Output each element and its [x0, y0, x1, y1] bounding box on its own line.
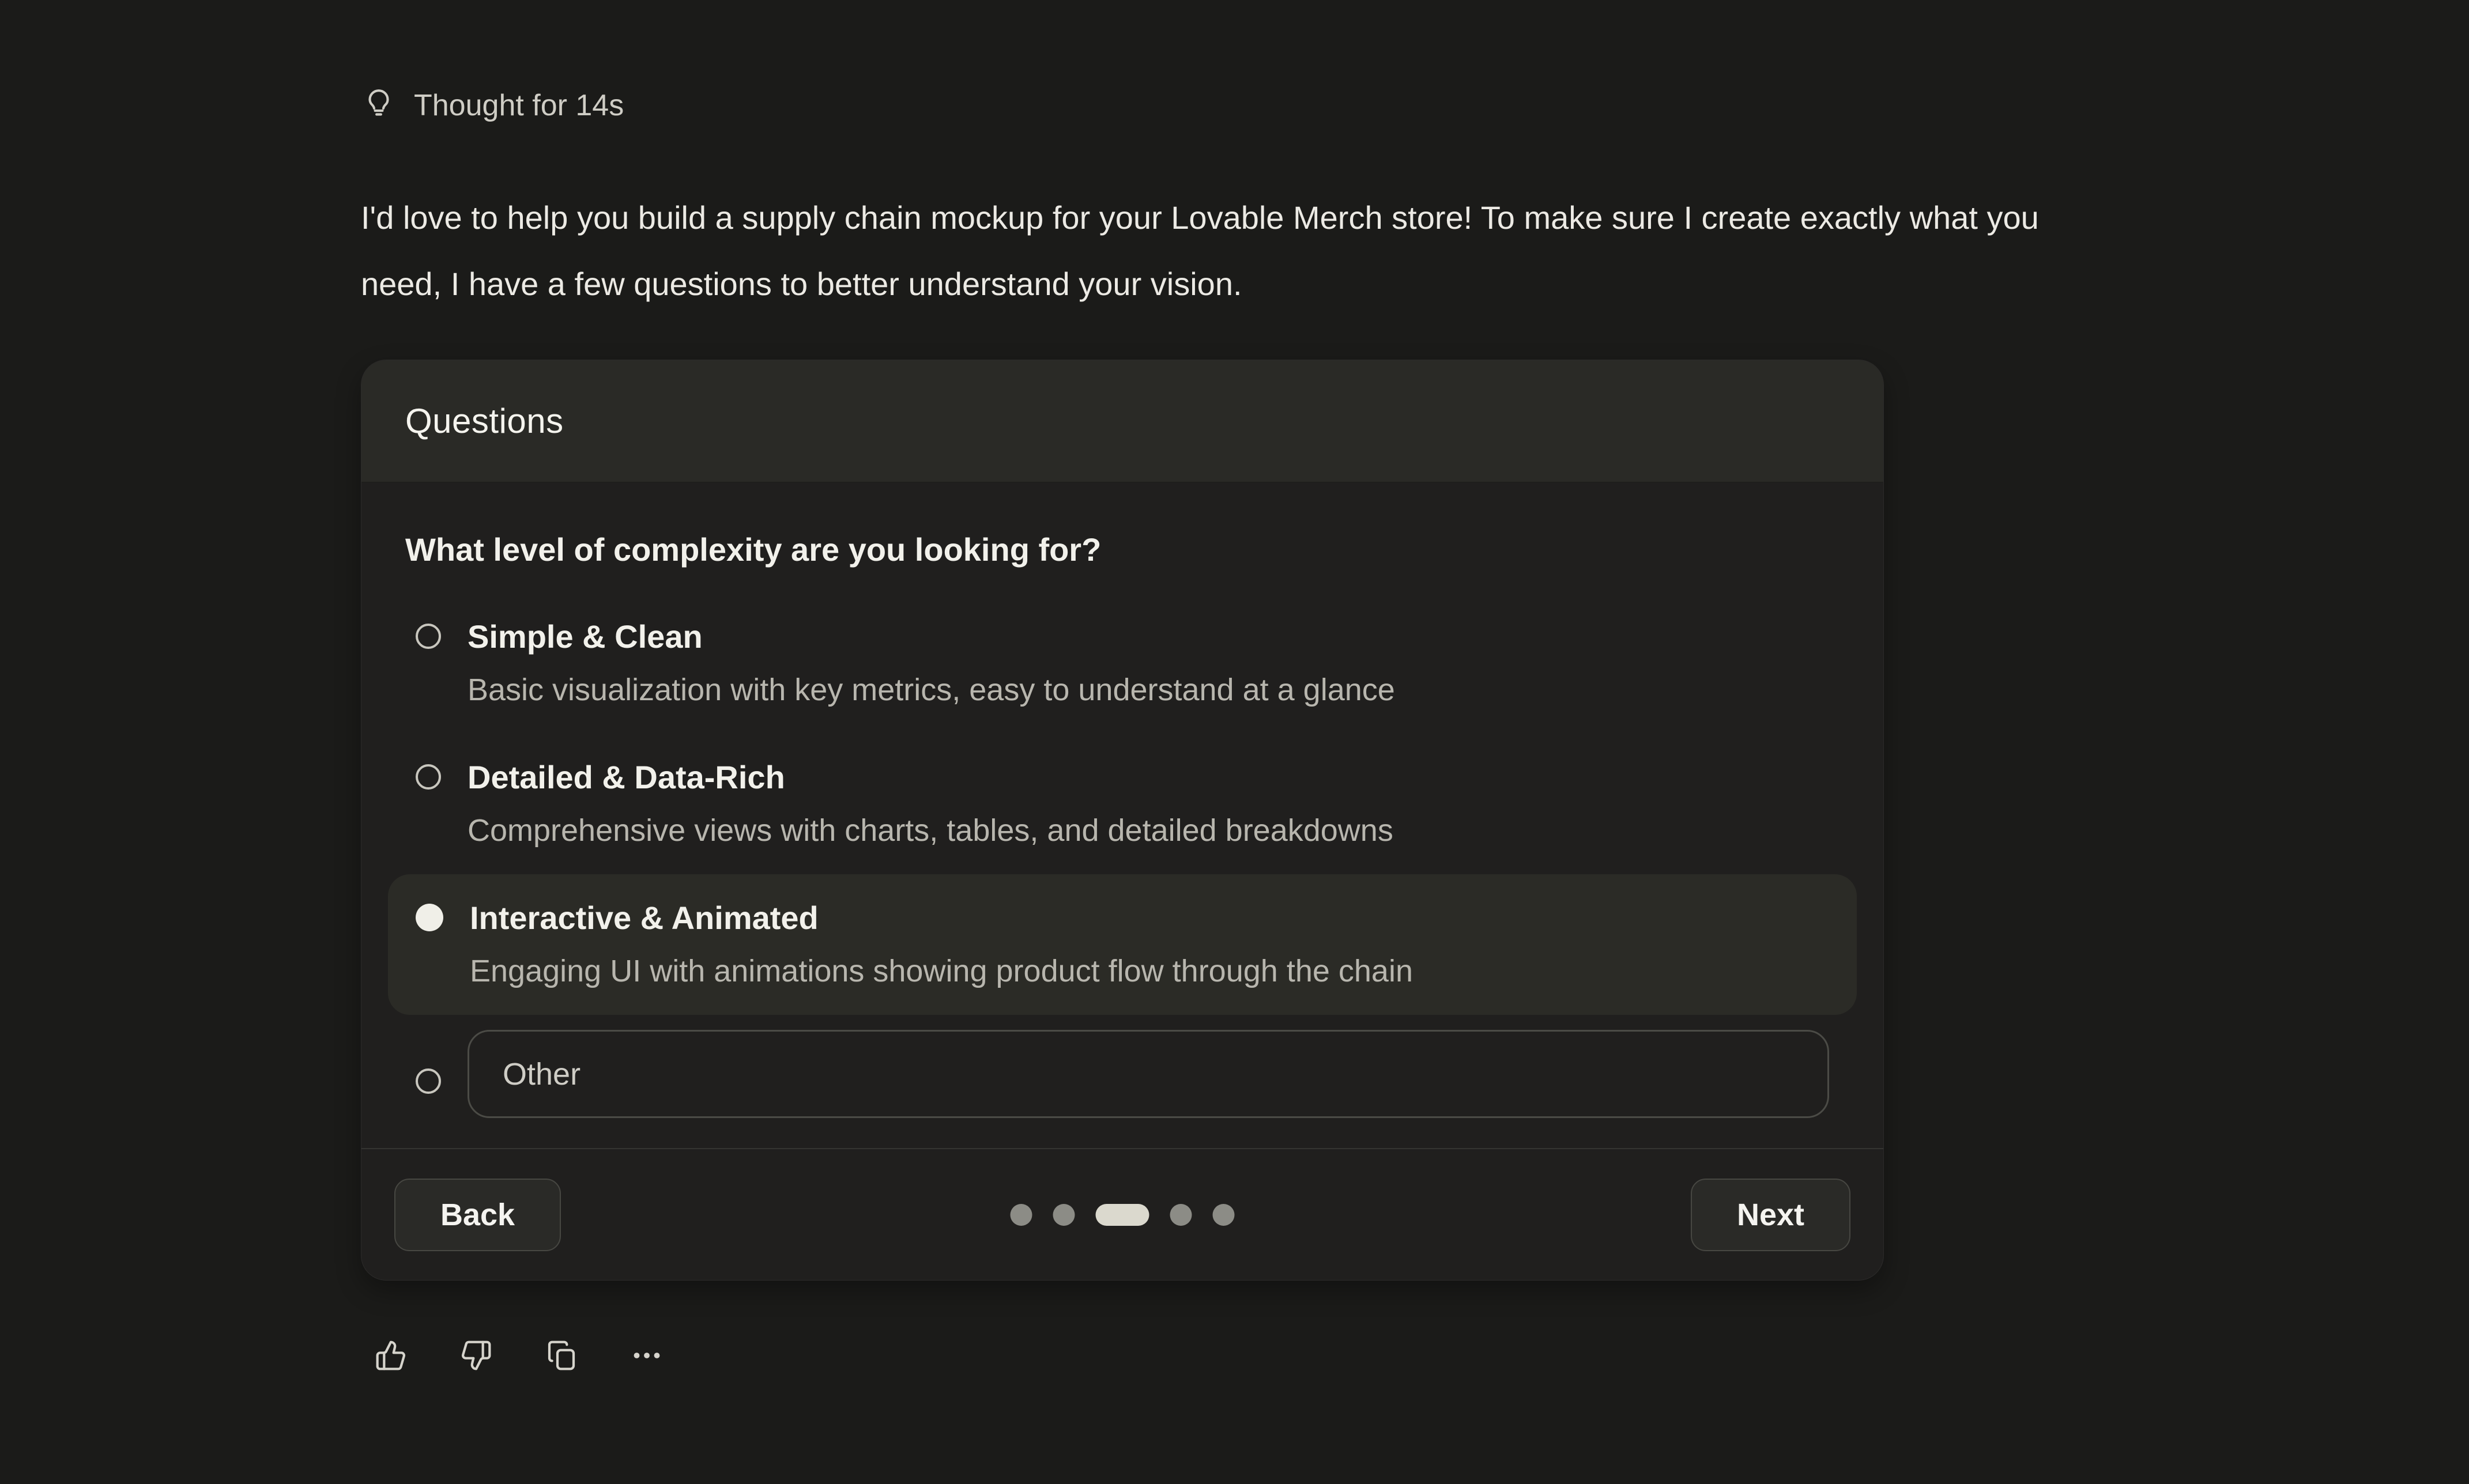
questions-card: Questions What level of complexity are y… [361, 360, 1884, 1281]
more-options-icon [631, 1339, 663, 1372]
assistant-message-text: I'd love to help you build a supply chai… [361, 184, 2113, 317]
chat-page: Thought for 14s I'd love to help you bui… [0, 0, 2469, 1484]
card-title: Questions [405, 401, 564, 441]
pagination-dot [1170, 1204, 1192, 1226]
option-simple-clean[interactable]: Simple & Clean Basic visualization with … [388, 593, 1857, 734]
thinking-summary-toggle[interactable]: Thought for 14s [361, 86, 2252, 124]
pagination-dot [1213, 1204, 1235, 1226]
option-detailed-data-rich[interactable]: Detailed & Data-Rich Comprehensive views… [388, 734, 1857, 874]
thought-duration-label: Thought for 14s [414, 86, 624, 124]
next-button[interactable]: Next [1691, 1179, 1850, 1251]
pagination-dot-active [1096, 1204, 1149, 1226]
questions-card-footer: Back Next [361, 1148, 1883, 1280]
back-button[interactable]: Back [394, 1179, 561, 1251]
thumbs-down-icon [460, 1339, 492, 1372]
option-interactive-animated[interactable]: Interactive & Animated Engaging UI with … [388, 874, 1857, 1015]
question-text: What level of complexity are you looking… [405, 530, 1840, 570]
option-label: Interactive & Animated [470, 891, 1413, 945]
option-text: Interactive & Animated Engaging UI with … [470, 891, 1413, 998]
other-option-input[interactable] [468, 1030, 1829, 1118]
thumbs-up-icon [375, 1339, 407, 1372]
questions-card-header: Questions [361, 360, 1883, 482]
thumbs-down-button[interactable] [460, 1339, 492, 1372]
option-label: Detailed & Data-Rich [468, 750, 1393, 804]
more-options-button[interactable] [631, 1339, 663, 1372]
radio-selected-icon[interactable] [416, 904, 443, 931]
message-actions [375, 1339, 2252, 1372]
thumbs-up-button[interactable] [375, 1339, 407, 1372]
pagination-dot [1053, 1204, 1075, 1226]
pagination-dots [1011, 1204, 1235, 1226]
pagination-dot [1011, 1204, 1032, 1226]
radio-unselected-icon[interactable] [416, 764, 441, 790]
radio-unselected-icon[interactable] [416, 624, 441, 649]
option-description: Engaging UI with animations showing prod… [470, 945, 1413, 998]
option-description: Basic visualization with key metrics, ea… [468, 663, 1395, 717]
option-description: Comprehensive views with charts, tables,… [468, 804, 1393, 858]
copy-icon [545, 1339, 578, 1372]
option-other[interactable] [388, 1015, 1857, 1133]
option-label: Simple & Clean [468, 610, 1395, 663]
copy-button[interactable] [545, 1339, 578, 1372]
questions-card-body: What level of complexity are you looking… [361, 482, 1883, 1148]
option-text: Detailed & Data-Rich Comprehensive views… [468, 750, 1393, 858]
options-list: Simple & Clean Basic visualization with … [405, 593, 1840, 1133]
radio-unselected-icon[interactable] [416, 1068, 441, 1094]
lightbulb-icon [361, 88, 397, 123]
option-text: Simple & Clean Basic visualization with … [468, 610, 1395, 717]
assistant-message-block: Thought for 14s I'd love to help you bui… [361, 86, 2252, 1372]
